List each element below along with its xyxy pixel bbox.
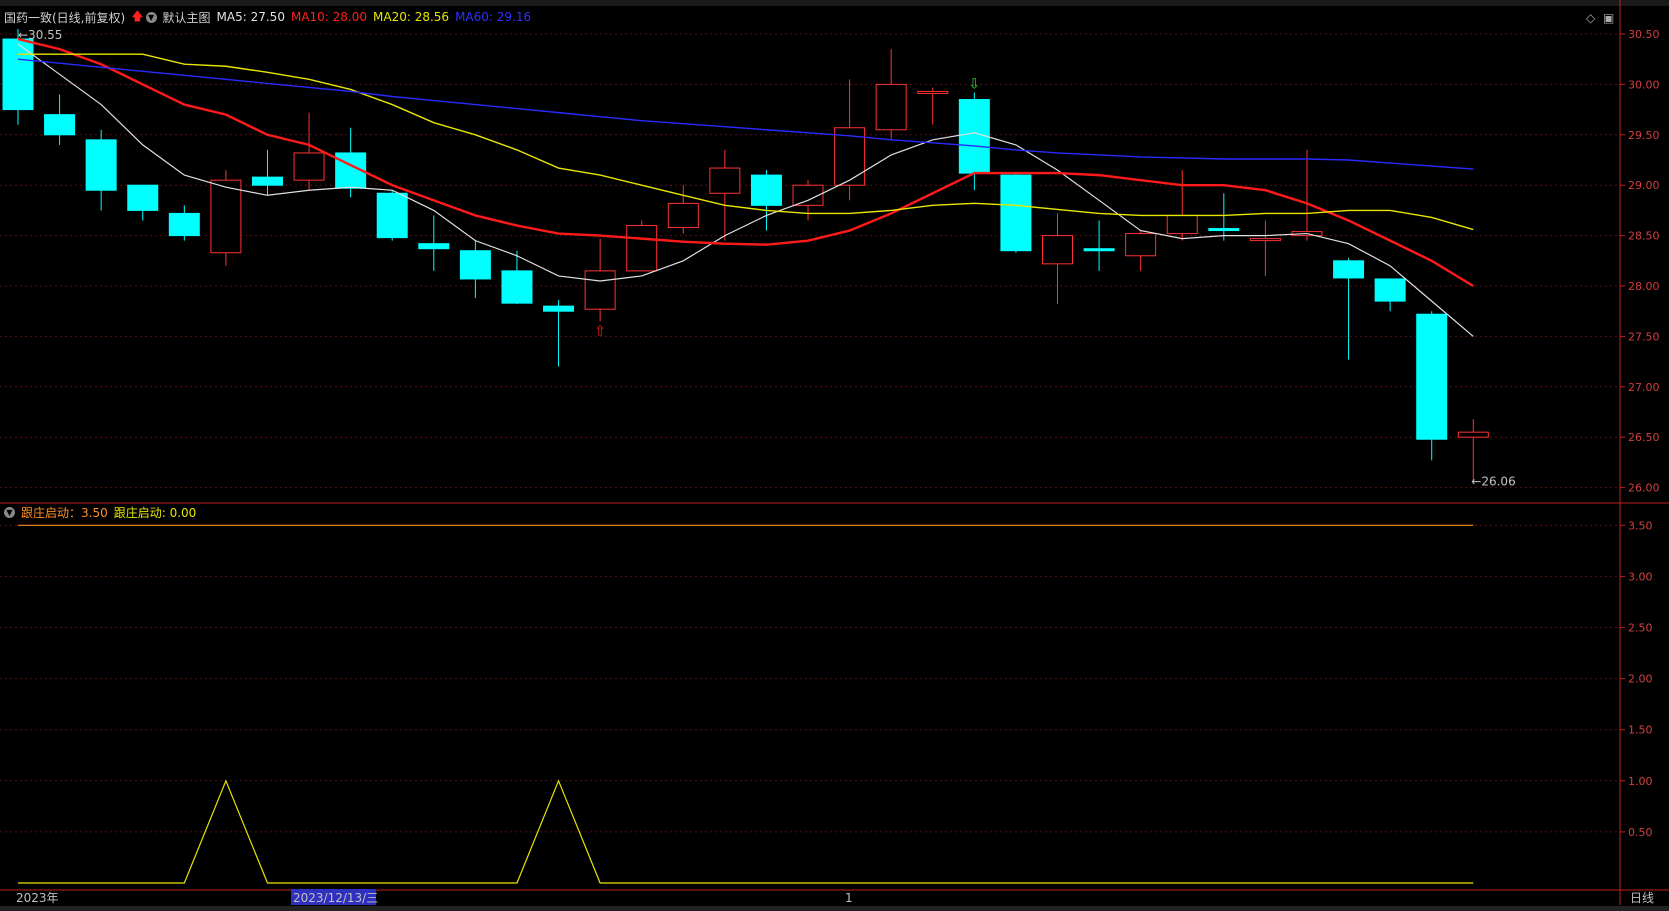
candle-body [127,184,159,211]
main-chart-legend: 国药一致(日线,前复权) 🡅 ▼ 默认主图 MA5: 27.50 MA10: 2… [4,8,537,26]
y-tick-label: 30.00 [1628,78,1660,91]
y-tick-label: 0.50 [1628,826,1653,839]
candle-body [1125,233,1157,257]
candle-body [1000,174,1032,252]
cursor-date-label: 2023/12/13/三 [293,891,378,905]
candle-body [543,305,575,312]
candle-body [85,139,117,191]
ma10-label: MA10: 28.00 [290,10,368,24]
candle-body [1042,235,1073,265]
buy-signal-arrow-icon: ⇧ [594,323,606,339]
candle-body [293,152,325,181]
high-price-label: ←30.55 [18,28,62,42]
red-arrow-up-icon[interactable]: 🡅 [131,7,143,28]
candle-body [168,212,200,237]
sub-chart-legend: ▼ 跟庄启动：3.50 跟庄启动: 0.00 [4,504,202,520]
candle-body [376,192,408,239]
candle-body [709,167,741,194]
dropdown-circle-icon[interactable]: ▼ [145,11,157,23]
candle-body [1166,214,1198,235]
y-tick-label: 3.00 [1628,570,1653,583]
ma20-label: MA20: 28.56 [373,10,450,24]
candle-body [1374,278,1406,302]
chart-canvas: 26.00 26.50 27.00 27.50 28.00 28.50 29.00 29.50… [0,0,1669,905]
candle-body [1249,238,1281,242]
candle-body [44,114,76,136]
low-price-label: ←26.06 [1471,475,1515,489]
period-label: 日线 [1630,891,1654,905]
indicator-label-a: 跟庄启动：3.50 [21,505,108,520]
indicator-label-b: 跟庄启动: 0.00 [113,505,197,520]
y-tick-label: 27.00 [1628,381,1660,394]
candle-body [1416,313,1448,440]
ma-line-ma60 [17,58,1474,170]
candle-body [750,174,782,206]
candle-body [251,176,283,186]
dropdown-circle-icon[interactable]: ▼ [4,506,15,518]
year-label: 2023年 [16,891,59,905]
ma5-label: MA5: 27.50 [216,10,285,24]
candle-body [1333,260,1365,279]
y-tick-label: 28.00 [1628,280,1660,293]
y-tick-label: 2.50 [1628,622,1653,635]
month-marker-label: 1 [845,891,853,905]
ma60-label: MA60: 29.16 [455,10,532,24]
stock-title[interactable]: 国药一致(日线,前复权) [4,9,125,26]
candle-body [917,90,949,94]
candle-body [584,270,616,310]
y-tick-label: 29.50 [1628,129,1660,142]
y-tick-label: 29.00 [1628,179,1660,192]
panel-toggle-icon[interactable]: ▣ [1603,11,1614,25]
candle-body [1208,228,1240,232]
template-label[interactable]: 默认主图 [163,9,211,26]
y-tick-label: 1.00 [1628,775,1653,788]
y-tick-label: 27.50 [1628,330,1660,343]
y-tick-label: 26.50 [1628,431,1660,444]
candle-body [626,225,658,272]
candle-body [875,83,907,131]
diamond-icon[interactable]: ◇ [1586,11,1596,25]
candle-body [1083,248,1115,252]
candle-body [501,270,533,304]
y-tick-label: 2.00 [1628,673,1653,686]
candle-body [2,38,34,111]
y-tick-label: 3.50 [1628,519,1653,532]
sell-signal-arrow-icon: ⇩ [968,76,980,92]
y-tick-label: 28.50 [1628,230,1660,243]
y-tick-label: 1.50 [1628,724,1653,737]
candle-body [667,202,699,229]
candle-body [210,179,242,254]
y-tick-label: 26.00 [1628,482,1660,495]
candle-body [418,243,450,250]
bottom-tab-bar [0,906,1669,911]
y-tick-label: 30.50 [1628,28,1660,41]
candle-body [1457,431,1489,438]
candle-body [459,250,491,280]
